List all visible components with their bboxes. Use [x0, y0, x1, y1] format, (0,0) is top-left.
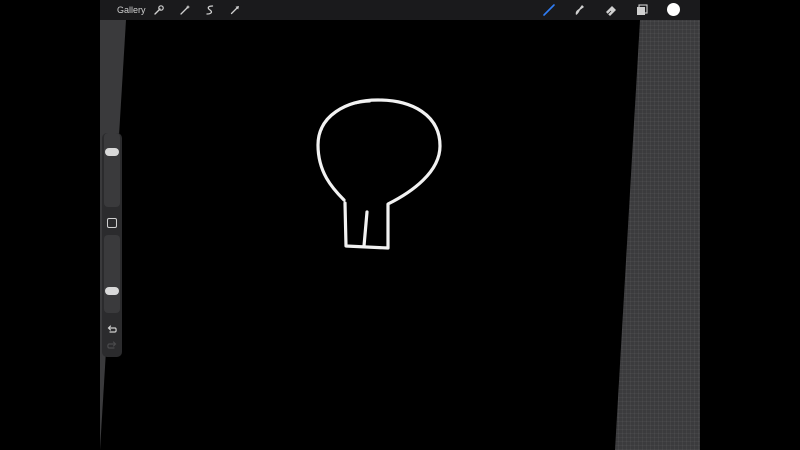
brush-icon[interactable]	[542, 3, 556, 17]
undo-icon	[107, 325, 117, 333]
brush-size-thumb[interactable]	[105, 148, 119, 156]
gallery-button[interactable]: Gallery	[117, 3, 146, 17]
drawing-app: Gallery	[100, 0, 700, 450]
layers-icon[interactable]	[635, 3, 649, 17]
lightbulb-sketch	[316, 98, 442, 250]
screen: Gallery	[0, 0, 800, 450]
color-picker-button[interactable]	[667, 3, 680, 16]
wrench-icon[interactable]	[152, 3, 166, 17]
undo-button[interactable]	[106, 323, 118, 335]
brush-size-slider[interactable]	[104, 133, 120, 207]
top-toolbar: Gallery	[100, 0, 700, 20]
modify-button[interactable]	[107, 218, 117, 228]
smudge-icon[interactable]	[572, 3, 586, 17]
selection-icon[interactable]	[203, 3, 217, 17]
sketch-layer	[316, 98, 442, 250]
arrow-cursor-icon[interactable]	[228, 3, 242, 17]
opacity-thumb[interactable]	[105, 287, 119, 295]
opacity-slider[interactable]	[104, 235, 120, 313]
eraser-icon[interactable]	[604, 3, 618, 17]
magic-wand-icon[interactable]	[178, 3, 192, 17]
left-sidebar	[102, 133, 122, 357]
redo-icon	[107, 341, 117, 349]
redo-button[interactable]	[106, 339, 118, 351]
